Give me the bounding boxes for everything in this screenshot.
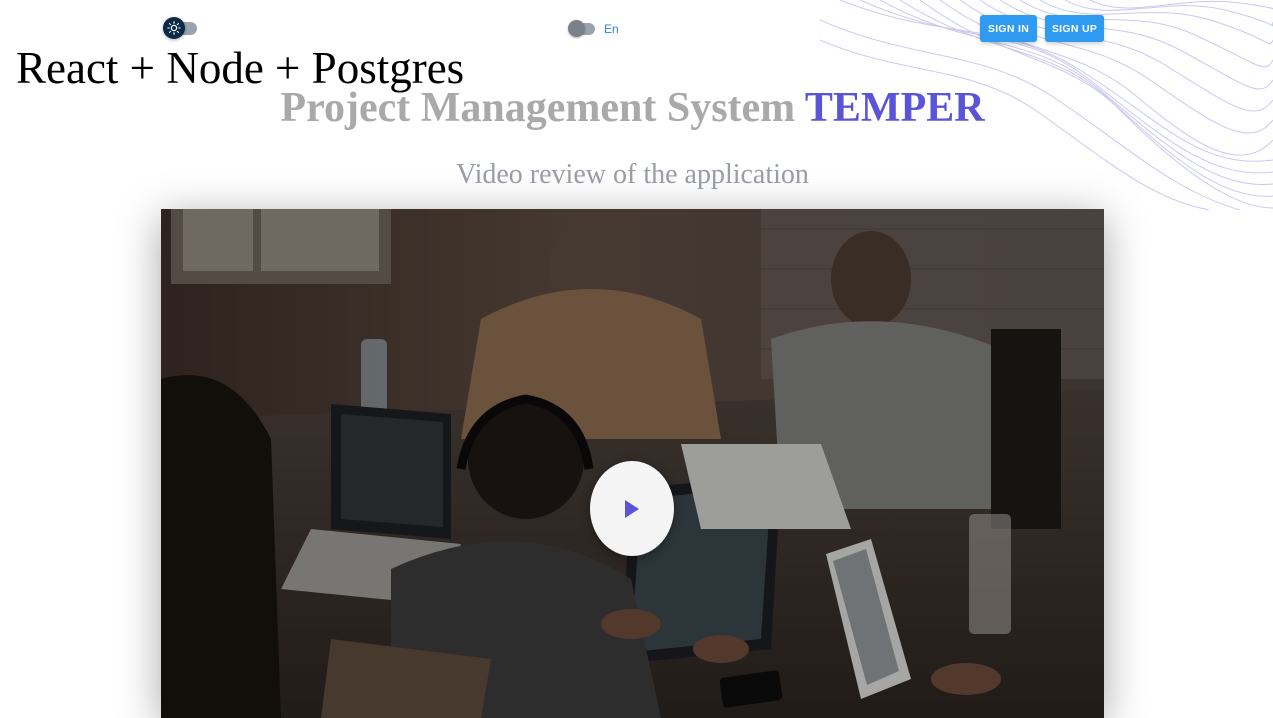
landing-page: En SIGN IN SIGN UP React + Node + Postgr… [0,0,1273,718]
sign-in-button[interactable]: SIGN IN [980,15,1037,42]
play-icon [625,499,639,518]
page-title-prefix: Project Management System [280,85,796,131]
theme-toggle[interactable] [163,16,197,40]
language-toggle-thumb[interactable] [568,20,585,37]
language-toggle[interactable]: En [568,19,619,39]
language-label: En [604,22,619,36]
theme-toggle-thumb[interactable] [163,17,185,39]
video-section-subtitle: Video review of the application [456,159,809,190]
video-player[interactable] [161,209,1104,718]
brand-name: TEMPER [804,85,985,131]
sun-icon [167,21,181,35]
sign-up-button[interactable]: SIGN UP [1045,15,1104,42]
play-button[interactable] [590,461,674,556]
language-toggle-track [568,20,595,37]
page-title: Project Management System TEMPER [0,84,1265,132]
